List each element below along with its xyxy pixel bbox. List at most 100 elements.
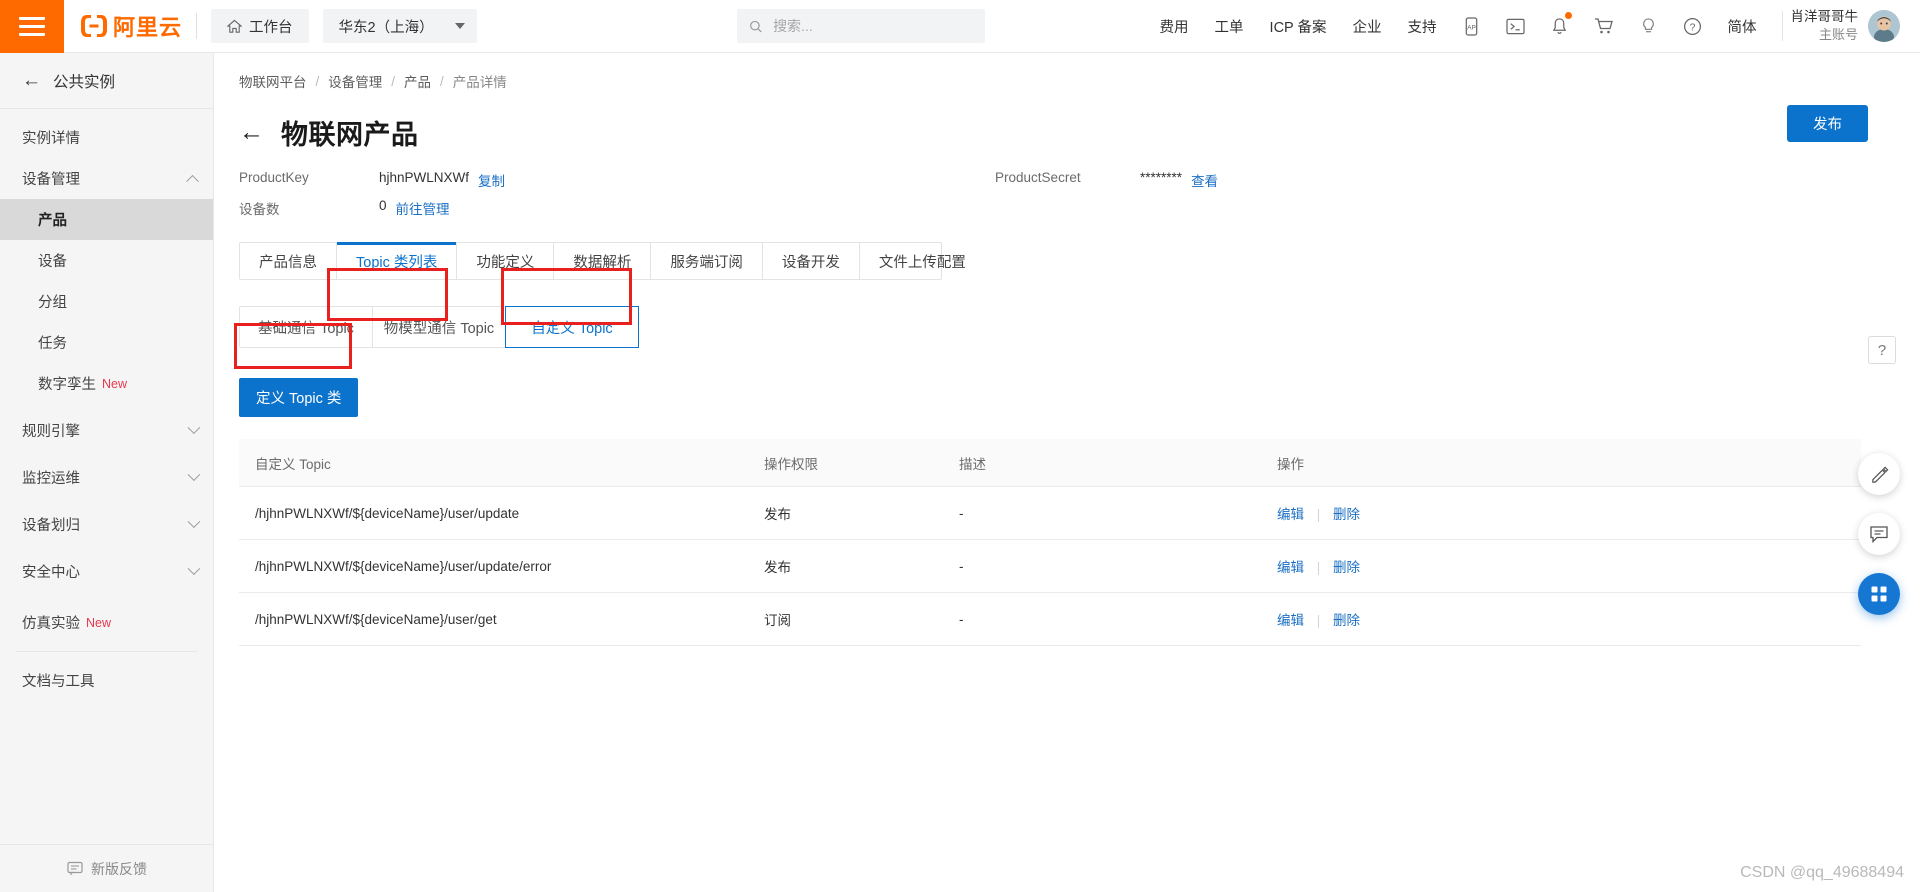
chevron-down-icon [187, 421, 201, 435]
sidebar-item-instance-detail[interactable]: 实例详情 [0, 117, 213, 158]
product-key-label: ProductKey [239, 170, 309, 185]
sidebar-nav: 实例详情 设备管理 产品 设备 分组 任务 数字孪生 New 规则引擎 监控运维 [0, 109, 213, 701]
sidebar-item-docs-tools[interactable]: 文档与工具 [0, 660, 213, 701]
breadcrumb-item-product[interactable]: 产品 [404, 71, 431, 91]
arrow-left-icon: ← [22, 70, 41, 91]
delete-link[interactable]: 删除 [1333, 613, 1360, 628]
table-row: /hjhnPWLNXWf/${deviceName}/user/update/e… [239, 540, 1861, 593]
sidebar-item-device[interactable]: 设备 [0, 240, 213, 281]
user-divider [1781, 11, 1783, 41]
workbench-label: 工作台 [249, 19, 293, 36]
sidebar-item-monitoring[interactable]: 监控运维 [0, 457, 213, 498]
header-link-enterprise[interactable]: 企业 [1340, 16, 1395, 37]
tab-device-dev[interactable]: 设备开发 [763, 243, 860, 279]
avatar[interactable] [1868, 9, 1900, 42]
global-search[interactable] [736, 9, 985, 43]
question-icon[interactable]: ? [1670, 17, 1715, 36]
bell-icon[interactable] [1538, 11, 1581, 36]
search-input[interactable] [771, 17, 973, 35]
sidebar-back-public-instance[interactable]: ← 公共实例 [0, 53, 213, 109]
cell-permission: 发布 [764, 507, 791, 522]
tab-data-parsing[interactable]: 数据解析 [554, 243, 652, 279]
breadcrumb: 物联网平台 / 设备管理 / 产品 / 产品详情 [214, 53, 1920, 91]
cart-icon[interactable] [1581, 17, 1627, 35]
alibaba-cloud-logo[interactable]: 阿里云 [80, 10, 182, 42]
svg-text:AP: AP [1467, 24, 1476, 31]
tab-function-define[interactable]: 功能定义 [457, 243, 555, 279]
breadcrumb-item-device-management[interactable]: 设备管理 [328, 71, 382, 91]
sidebar-item-label: 设备管理 [22, 172, 80, 188]
page-title-row: ← 物联网产品 发布 [214, 91, 1920, 152]
define-topic-class-button[interactable]: 定义 Topic 类 [239, 378, 359, 417]
goto-manage-link[interactable]: 前往管理 [396, 198, 450, 218]
tab-product-info[interactable]: 产品信息 [240, 243, 337, 279]
sidebar-item-device-management[interactable]: 设备管理 [0, 158, 213, 199]
cell-description: - [959, 611, 964, 627]
product-secret-group: ProductSecret ******** 查看 [995, 170, 1218, 190]
edit-link[interactable]: 编辑 [1277, 560, 1304, 575]
sidebar-item-device-transfer[interactable]: 设备划归 [0, 504, 213, 545]
table-row: /hjhnPWLNXWf/${deviceName}/user/get 订阅 -… [239, 593, 1861, 646]
cell-permission: 发布 [764, 560, 791, 575]
breadcrumb-separator: / [315, 73, 320, 89]
chevron-down-icon [454, 23, 465, 29]
user-account[interactable]: 肖洋哥哥牛 主账号 [1791, 8, 1907, 44]
header-link-cost[interactable]: 费用 [1147, 16, 1202, 37]
breadcrumb-item-iot-platform[interactable]: 物联网平台 [239, 71, 307, 91]
help-question-icon[interactable]: ? [1868, 336, 1896, 364]
sidebar-item-security-center[interactable]: 安全中心 [0, 551, 213, 592]
view-product-secret-link[interactable]: 查看 [1191, 170, 1218, 190]
edit-link[interactable]: 编辑 [1277, 613, 1304, 628]
subtab-custom-topic[interactable]: 自定义 Topic [505, 306, 639, 348]
chat-icon[interactable] [1858, 513, 1900, 555]
sidebar-item-group[interactable]: 分组 [0, 281, 213, 322]
app-icon[interactable]: AP [1450, 16, 1493, 36]
hamburger-icon[interactable] [0, 0, 64, 53]
page-back-arrow-icon[interactable]: ← [239, 120, 264, 145]
pencil-icon[interactable] [1858, 453, 1900, 495]
sidebar-item-digital-twin[interactable]: 数字孪生 New [0, 363, 213, 404]
page-title: 物联网产品 [281, 120, 419, 150]
publish-button[interactable]: 发布 [1787, 105, 1868, 142]
tab-server-subscribe[interactable]: 服务端订阅 [651, 243, 763, 279]
language-switch[interactable]: 简体 [1715, 16, 1770, 37]
product-key-value: hjhnPWLNXWf [379, 170, 470, 185]
chevron-down-icon [187, 468, 201, 482]
sidebar-item-rule-engine[interactable]: 规则引擎 [0, 410, 213, 451]
header-link-icp[interactable]: ICP 备案 [1257, 16, 1340, 37]
cell-topic: /hjhnPWLNXWf/${deviceName}/user/get [255, 611, 497, 627]
watermark: CSDN @qq_49688494 [1740, 864, 1904, 881]
sidebar-item-task[interactable]: 任务 [0, 322, 213, 363]
device-count-value: 0 [379, 198, 387, 213]
bulb-icon[interactable] [1627, 17, 1670, 36]
header-link-support[interactable]: 支持 [1395, 16, 1450, 37]
breadcrumb-separator: / [391, 73, 396, 89]
tab-file-upload-config[interactable]: 文件上传配置 [860, 243, 985, 279]
sidebar-item-label: 任务 [38, 336, 67, 352]
edit-link[interactable]: 编辑 [1277, 507, 1304, 522]
tab-topic-list[interactable]: Topic 类列表 [337, 242, 458, 279]
subtab-basic-communication-topic[interactable]: 基础通信 Topic [240, 307, 373, 347]
apps-grid-icon[interactable] [1858, 573, 1900, 615]
cell-actions: 编辑 | 删除 [1277, 503, 1597, 523]
copy-product-key-link[interactable]: 复制 [478, 170, 505, 190]
action-separator: | [1316, 560, 1321, 575]
sidebar-item-product[interactable]: 产品 [0, 199, 213, 240]
workbench-button[interactable]: 工作台 [211, 9, 309, 43]
terminal-icon[interactable] [1493, 18, 1538, 35]
subtab-tsl-communication-topic[interactable]: 物模型通信 Topic [373, 307, 506, 347]
cell-actions: 编辑 | 删除 [1277, 609, 1597, 629]
sidebar-back-label: 公共实例 [53, 73, 116, 91]
logo-text: 阿里云 [113, 15, 183, 40]
region-selector[interactable]: 华东2（上海） [322, 9, 477, 43]
new-version-feedback-button[interactable]: 新版反馈 [0, 844, 214, 892]
notification-badge [1564, 11, 1572, 19]
topic-subtabs: 基础通信 Topic 物模型通信 Topic 自定义 Topic [239, 306, 639, 348]
device-count-row: 设备数 0 前往管理 [214, 198, 1920, 218]
header-link-ticket[interactable]: 工单 [1202, 16, 1257, 37]
sidebar-item-label: 数字孪生 [38, 377, 96, 393]
delete-link[interactable]: 删除 [1333, 560, 1360, 575]
sidebar-item-simulation[interactable]: 仿真实验 New [0, 602, 213, 643]
column-header-actions: 操作 [1277, 456, 1304, 472]
delete-link[interactable]: 删除 [1333, 507, 1360, 522]
